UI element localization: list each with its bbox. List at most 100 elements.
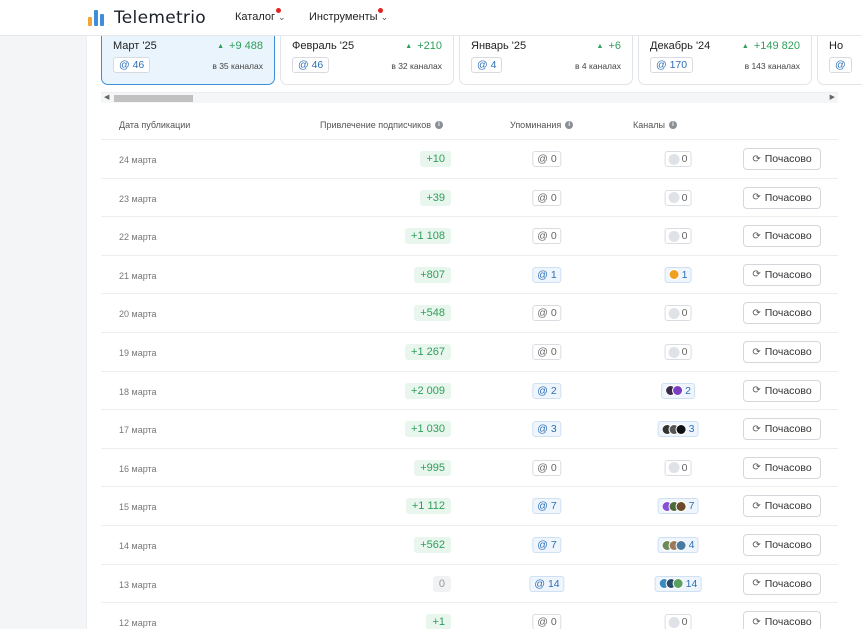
row-date: 17 марта — [119, 425, 157, 436]
nav-tools-label: Инструменты — [309, 11, 378, 23]
row-date: 22 марта — [119, 232, 157, 243]
hourly-button[interactable]: ⟳ Почасово — [743, 456, 821, 479]
row-channels[interactable]: 4 — [657, 537, 699, 553]
row-date: 18 марта — [119, 386, 157, 397]
scroll-right-icon[interactable]: ▶ — [830, 93, 835, 103]
row-date: 12 марта — [119, 618, 157, 629]
month-channels: в 4 каналах — [575, 61, 621, 71]
row-date: 13 марта — [119, 579, 157, 590]
month-mentions: @ — [829, 57, 852, 73]
channel-avatar — [672, 385, 684, 397]
month-name: Март '25 — [113, 40, 157, 52]
hourly-button-label: Почасово — [764, 384, 812, 397]
logo[interactable]: Telemetrio — [88, 8, 206, 28]
row-mentions[interactable]: @ 0 — [532, 151, 562, 167]
row-mentions[interactable]: @ 7 — [532, 537, 562, 553]
month-growth-value: +9 488 — [229, 40, 263, 52]
row-channels[interactable]: 0 — [664, 228, 692, 245]
row-subscribers: +995 — [414, 459, 451, 476]
row-date: 23 марта — [119, 193, 157, 204]
notification-dot-icon — [378, 8, 383, 13]
triangle-up-icon: ▲ — [741, 43, 749, 50]
horizontal-scrollbar[interactable]: ◀ ▶ — [101, 92, 838, 103]
hourly-button[interactable]: ⟳ Почасово — [743, 302, 821, 325]
nav-catalog[interactable]: Каталог ⌄ — [235, 8, 286, 23]
month-card[interactable]: Март '25 ▲ +9 488 @ 46 в 35 каналах — [101, 36, 275, 85]
row-date: 24 марта — [119, 155, 157, 165]
hourly-button[interactable]: ⟳ Почасово — [743, 148, 821, 170]
hourly-button[interactable]: ⟳ Почасово — [743, 341, 821, 363]
month-card[interactable]: Но @ — [817, 36, 862, 85]
row-channels[interactable]: 0 — [664, 151, 692, 167]
row-channels[interactable]: 0 — [664, 344, 692, 360]
row-channels[interactable]: 0 — [664, 459, 692, 476]
table-header: Дата публикации Привлечение подписчиков … — [101, 110, 838, 140]
row-mentions[interactable]: @ 1 — [532, 266, 562, 283]
row-mentions[interactable]: @ 0 — [532, 614, 562, 629]
hourly-button[interactable]: ⟳ Почасово — [743, 225, 821, 248]
row-mentions[interactable]: @ 7 — [532, 498, 562, 515]
row-channels[interactable]: 2 — [661, 382, 695, 399]
row-mentions[interactable]: @ 0 — [532, 344, 562, 360]
empty-channel-icon — [668, 230, 680, 242]
nav-tools[interactable]: Инструменты ⌄ — [309, 8, 388, 23]
info-icon[interactable]: i — [565, 121, 574, 129]
month-card[interactable]: Январь '25 ▲ +6 @ 4 в 4 каналах — [459, 36, 633, 85]
channel-avatars — [661, 500, 687, 512]
info-icon[interactable]: i — [435, 121, 444, 129]
hourly-button-label: Почасово — [764, 461, 812, 474]
row-subscribers: +1 108 — [405, 228, 451, 245]
row-channels[interactable]: 0 — [664, 614, 692, 629]
hourly-button[interactable]: ⟳ Почасово — [743, 534, 821, 556]
refresh-icon: ⟳ — [752, 192, 761, 204]
table-row: 12 марта +1 @ 0 0 ⟳ Почасово — [101, 603, 838, 629]
hourly-button[interactable]: ⟳ Почасово — [743, 572, 821, 595]
row-mentions[interactable]: @ 0 — [532, 228, 562, 245]
row-channels[interactable]: 0 — [664, 189, 692, 206]
logo-text: Telemetrio — [114, 8, 206, 28]
notification-dot-icon — [276, 8, 281, 13]
row-channels-count: 0 — [681, 153, 688, 165]
column-date-label: Дата публикации — [119, 120, 191, 130]
hourly-button[interactable]: ⟳ Почасово — [743, 379, 821, 402]
row-subscribers: +1 267 — [405, 344, 451, 360]
row-channels[interactable]: 3 — [657, 421, 699, 438]
month-channels: в 143 каналах — [744, 61, 800, 71]
info-icon[interactable]: i — [668, 121, 677, 129]
row-mentions[interactable]: @ 2 — [532, 382, 562, 399]
hourly-button[interactable]: ⟳ Почасово — [743, 495, 821, 518]
table-row: 21 марта +807 @ 1 1 ⟳ Почасово — [101, 256, 838, 295]
hourly-button-label: Почасово — [764, 500, 812, 513]
row-channels-count: 1 — [681, 268, 688, 281]
table-row: 13 марта 0 @ 14 14 ⟳ Почасово — [101, 565, 838, 604]
row-mentions[interactable]: @ 0 — [532, 305, 562, 322]
hourly-button-label: Почасово — [764, 539, 812, 551]
row-mentions[interactable]: @ 3 — [532, 421, 562, 438]
hourly-button[interactable]: ⟳ Почасово — [743, 611, 821, 629]
row-subscribers: +548 — [414, 305, 451, 322]
hourly-button-label: Почасово — [764, 268, 812, 281]
row-channels-count: 0 — [681, 461, 688, 474]
row-channels[interactable]: 7 — [657, 498, 699, 515]
row-channels-count: 2 — [685, 384, 691, 397]
hourly-button[interactable]: ⟳ Почасово — [743, 263, 821, 286]
row-subscribers: +1 030 — [405, 421, 451, 438]
empty-channel-icon — [668, 462, 680, 474]
table-row: 18 марта +2 009 @ 2 2 ⟳ Почасово — [101, 372, 838, 411]
month-card[interactable]: Февраль '25 ▲ +210 @ 46 в 32 каналах — [280, 36, 454, 85]
hourly-button[interactable]: ⟳ Почасово — [743, 418, 821, 441]
channel-avatars — [665, 385, 684, 397]
scrollbar-thumb[interactable] — [114, 95, 193, 102]
row-channels[interactable]: 1 — [664, 266, 692, 283]
row-mentions[interactable]: @ 0 — [532, 189, 562, 206]
channel-avatar — [675, 539, 687, 551]
hourly-button-label: Почасово — [764, 153, 812, 165]
row-channels[interactable]: 14 — [654, 575, 702, 592]
row-mentions[interactable]: @ 14 — [529, 575, 565, 592]
scroll-left-icon[interactable]: ◀ — [104, 93, 109, 103]
hourly-button[interactable]: ⟳ Почасово — [743, 186, 821, 209]
month-card[interactable]: Декабрь '24 ▲ +149 820 @ 170 в 143 каналах — [638, 36, 812, 85]
row-mentions[interactable]: @ 0 — [532, 459, 562, 476]
column-mentions-label: Упоминания — [510, 120, 562, 130]
row-channels[interactable]: 0 — [664, 305, 692, 322]
